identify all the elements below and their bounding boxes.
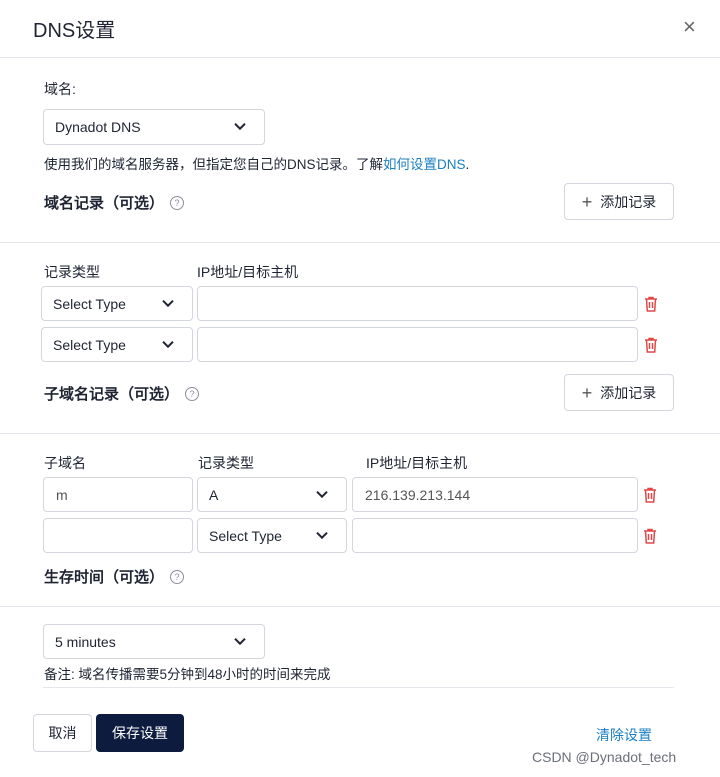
dns-help-link[interactable]: 如何设置DNS — [383, 157, 466, 172]
col-ip-target: IP地址/目标主机 — [366, 455, 468, 471]
trash-icon[interactable] — [644, 337, 658, 353]
plus-icon: + — [581, 382, 593, 403]
save-settings-button[interactable]: 保存设置 — [96, 714, 184, 752]
ttl-title-text: 生存时间（可选） — [44, 569, 165, 586]
add-domain-record-button[interactable]: + 添加记录 — [564, 183, 674, 220]
subdomain-target-input[interactable]: 216.139.213.144 — [352, 477, 638, 512]
domain-record-target-input[interactable] — [197, 286, 638, 321]
domain-hint: 使用我们的域名服务器，但指定您自己的DNS记录。了解如何设置DNS. — [44, 153, 469, 173]
domain-select[interactable]: Dynadot DNS — [43, 109, 265, 145]
trash-icon[interactable] — [644, 296, 658, 312]
add-domain-record-label: 添加记录 — [600, 193, 657, 210]
subdomain-records-title-text: 子域名记录（可选） — [44, 386, 180, 403]
domain-record-type-value: Select Type — [53, 295, 126, 312]
domain-record-type-select[interactable]: Select Type — [41, 286, 193, 321]
subdomain-record-type-select[interactable]: Select Type — [197, 518, 347, 553]
help-icon[interactable]: ? — [170, 195, 185, 210]
domain-hint-end: . — [465, 157, 470, 172]
plus-icon: + — [581, 191, 593, 212]
subdomain-name-input[interactable] — [43, 518, 193, 553]
ttl-select[interactable]: 5 minutes — [43, 624, 265, 659]
col-record-type: 记录类型 — [198, 455, 254, 471]
domain-hint-text: 使用我们的域名服务器，但指定您自己的DNS记录。了解 — [44, 157, 384, 172]
chevron-down-icon — [162, 299, 174, 307]
help-icon[interactable]: ? — [185, 386, 200, 401]
help-icon[interactable]: ? — [170, 569, 185, 584]
domain-label: 域名: — [44, 81, 76, 97]
ttl-select-value: 5 minutes — [55, 633, 116, 650]
domain-records-title-text: 域名记录（可选） — [44, 195, 165, 212]
dialog-title: DNS设置 — [33, 20, 116, 42]
subdomain-record-type-value: Select Type — [209, 527, 282, 544]
watermark: CSDN @Dynadot_tech — [532, 749, 677, 765]
domain-record-type-select[interactable]: Select Type — [41, 327, 193, 362]
dns-settings-dialog: DNS设置 × 域名: Dynadot DNS 使用我们的域名服务器，但指定您自… — [0, 0, 720, 777]
domain-record-type-value: Select Type — [53, 336, 126, 353]
divider — [0, 242, 720, 243]
subdomain-target-input[interactable] — [352, 518, 638, 553]
subdomain-target-value: 216.139.213.144 — [365, 486, 471, 503]
divider — [0, 606, 720, 607]
col-ip-target: IP地址/目标主机 — [197, 264, 299, 280]
divider — [0, 433, 720, 434]
cancel-button[interactable]: 取消 — [33, 714, 92, 752]
chevron-down-icon — [316, 490, 328, 498]
close-icon[interactable]: × — [683, 14, 696, 40]
chevron-down-icon — [162, 340, 174, 348]
chevron-down-icon — [316, 531, 328, 539]
subdomain-record-type-select[interactable]: A — [197, 477, 347, 512]
add-subdomain-record-button[interactable]: + 添加记录 — [564, 374, 674, 411]
divider — [0, 57, 720, 58]
subdomain-record-type-value: A — [209, 486, 219, 503]
subdomain-name-value: m — [56, 486, 68, 503]
chevron-down-icon — [234, 122, 246, 131]
domain-record-target-input[interactable] — [197, 327, 638, 362]
domain-records-title: 域名记录（可选） ? — [44, 192, 185, 213]
ttl-note: 备注: 域名传播需要5分钟到48小时的时间来完成 — [44, 667, 331, 682]
divider — [43, 687, 674, 688]
add-subdomain-record-label: 添加记录 — [600, 384, 657, 401]
ttl-title: 生存时间（可选） ? — [44, 566, 185, 587]
trash-icon[interactable] — [643, 487, 657, 503]
col-subdomain: 子域名 — [44, 455, 86, 471]
subdomain-records-title: 子域名记录（可选） ? — [44, 383, 200, 404]
col-record-type: 记录类型 — [44, 264, 100, 280]
trash-icon[interactable] — [643, 528, 657, 544]
domain-select-value: Dynadot DNS — [55, 119, 141, 135]
subdomain-name-input[interactable]: m — [43, 477, 193, 512]
clear-settings-link[interactable]: 清除设置 — [596, 725, 652, 745]
chevron-down-icon — [234, 637, 246, 645]
